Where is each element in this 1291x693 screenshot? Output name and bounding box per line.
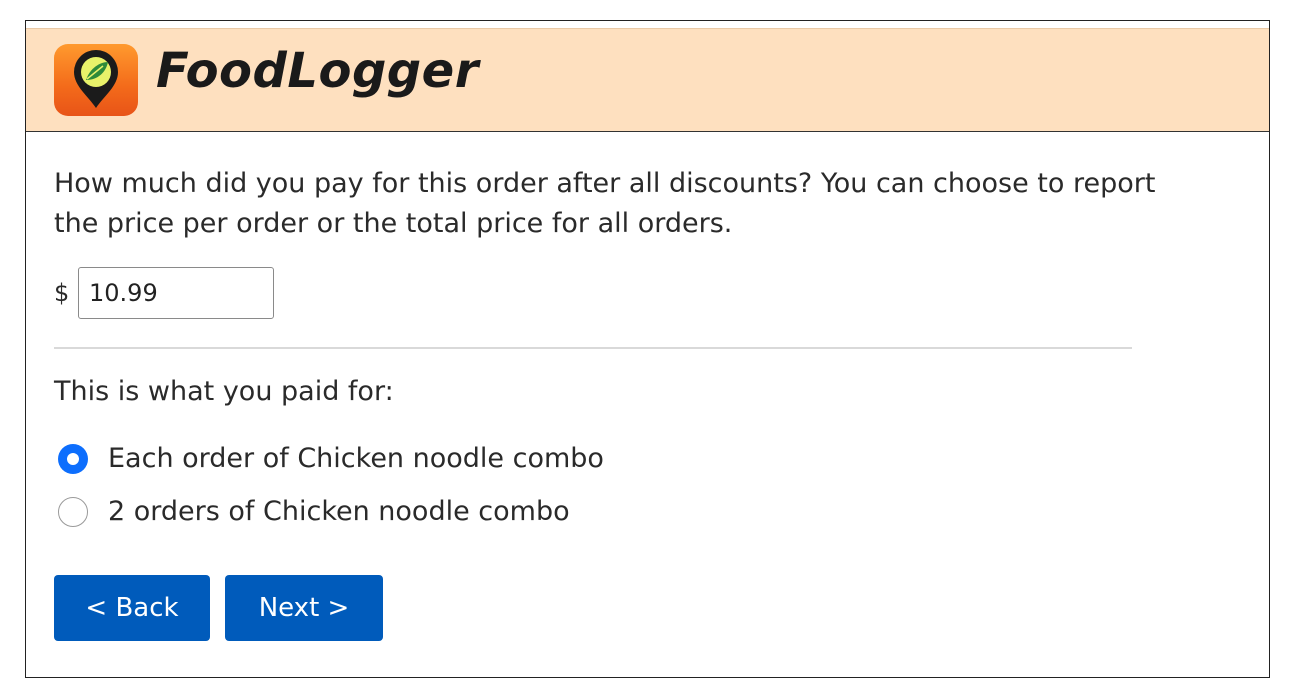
radio-selected-icon[interactable] — [58, 443, 88, 474]
price-question: How much did you pay for this order afte… — [54, 168, 1156, 239]
option-total-orders[interactable]: 2 orders of Chicken noodle combo — [58, 496, 570, 527]
section-divider — [54, 347, 1132, 349]
back-button[interactable]: < Back — [54, 575, 210, 641]
foodlogger-logo-icon — [54, 44, 138, 116]
next-button[interactable]: Next > — [225, 575, 383, 641]
currency-symbol: $ — [54, 279, 70, 307]
survey-frame: FoodLogger How much did you pay for this… — [25, 20, 1270, 678]
app-title: FoodLogger — [156, 43, 479, 99]
paid-for-label: This is what you paid for: — [54, 376, 394, 407]
price-input[interactable] — [78, 267, 274, 319]
option-each-order[interactable]: Each order of Chicken noodle combo — [58, 443, 604, 474]
option-label: 2 orders of Chicken noodle combo — [108, 496, 570, 527]
option-label: Each order of Chicken noodle combo — [108, 443, 604, 474]
top-strip — [26, 21, 1269, 28]
app-header: FoodLogger — [26, 28, 1269, 132]
radio-unselected-icon[interactable] — [58, 496, 88, 527]
